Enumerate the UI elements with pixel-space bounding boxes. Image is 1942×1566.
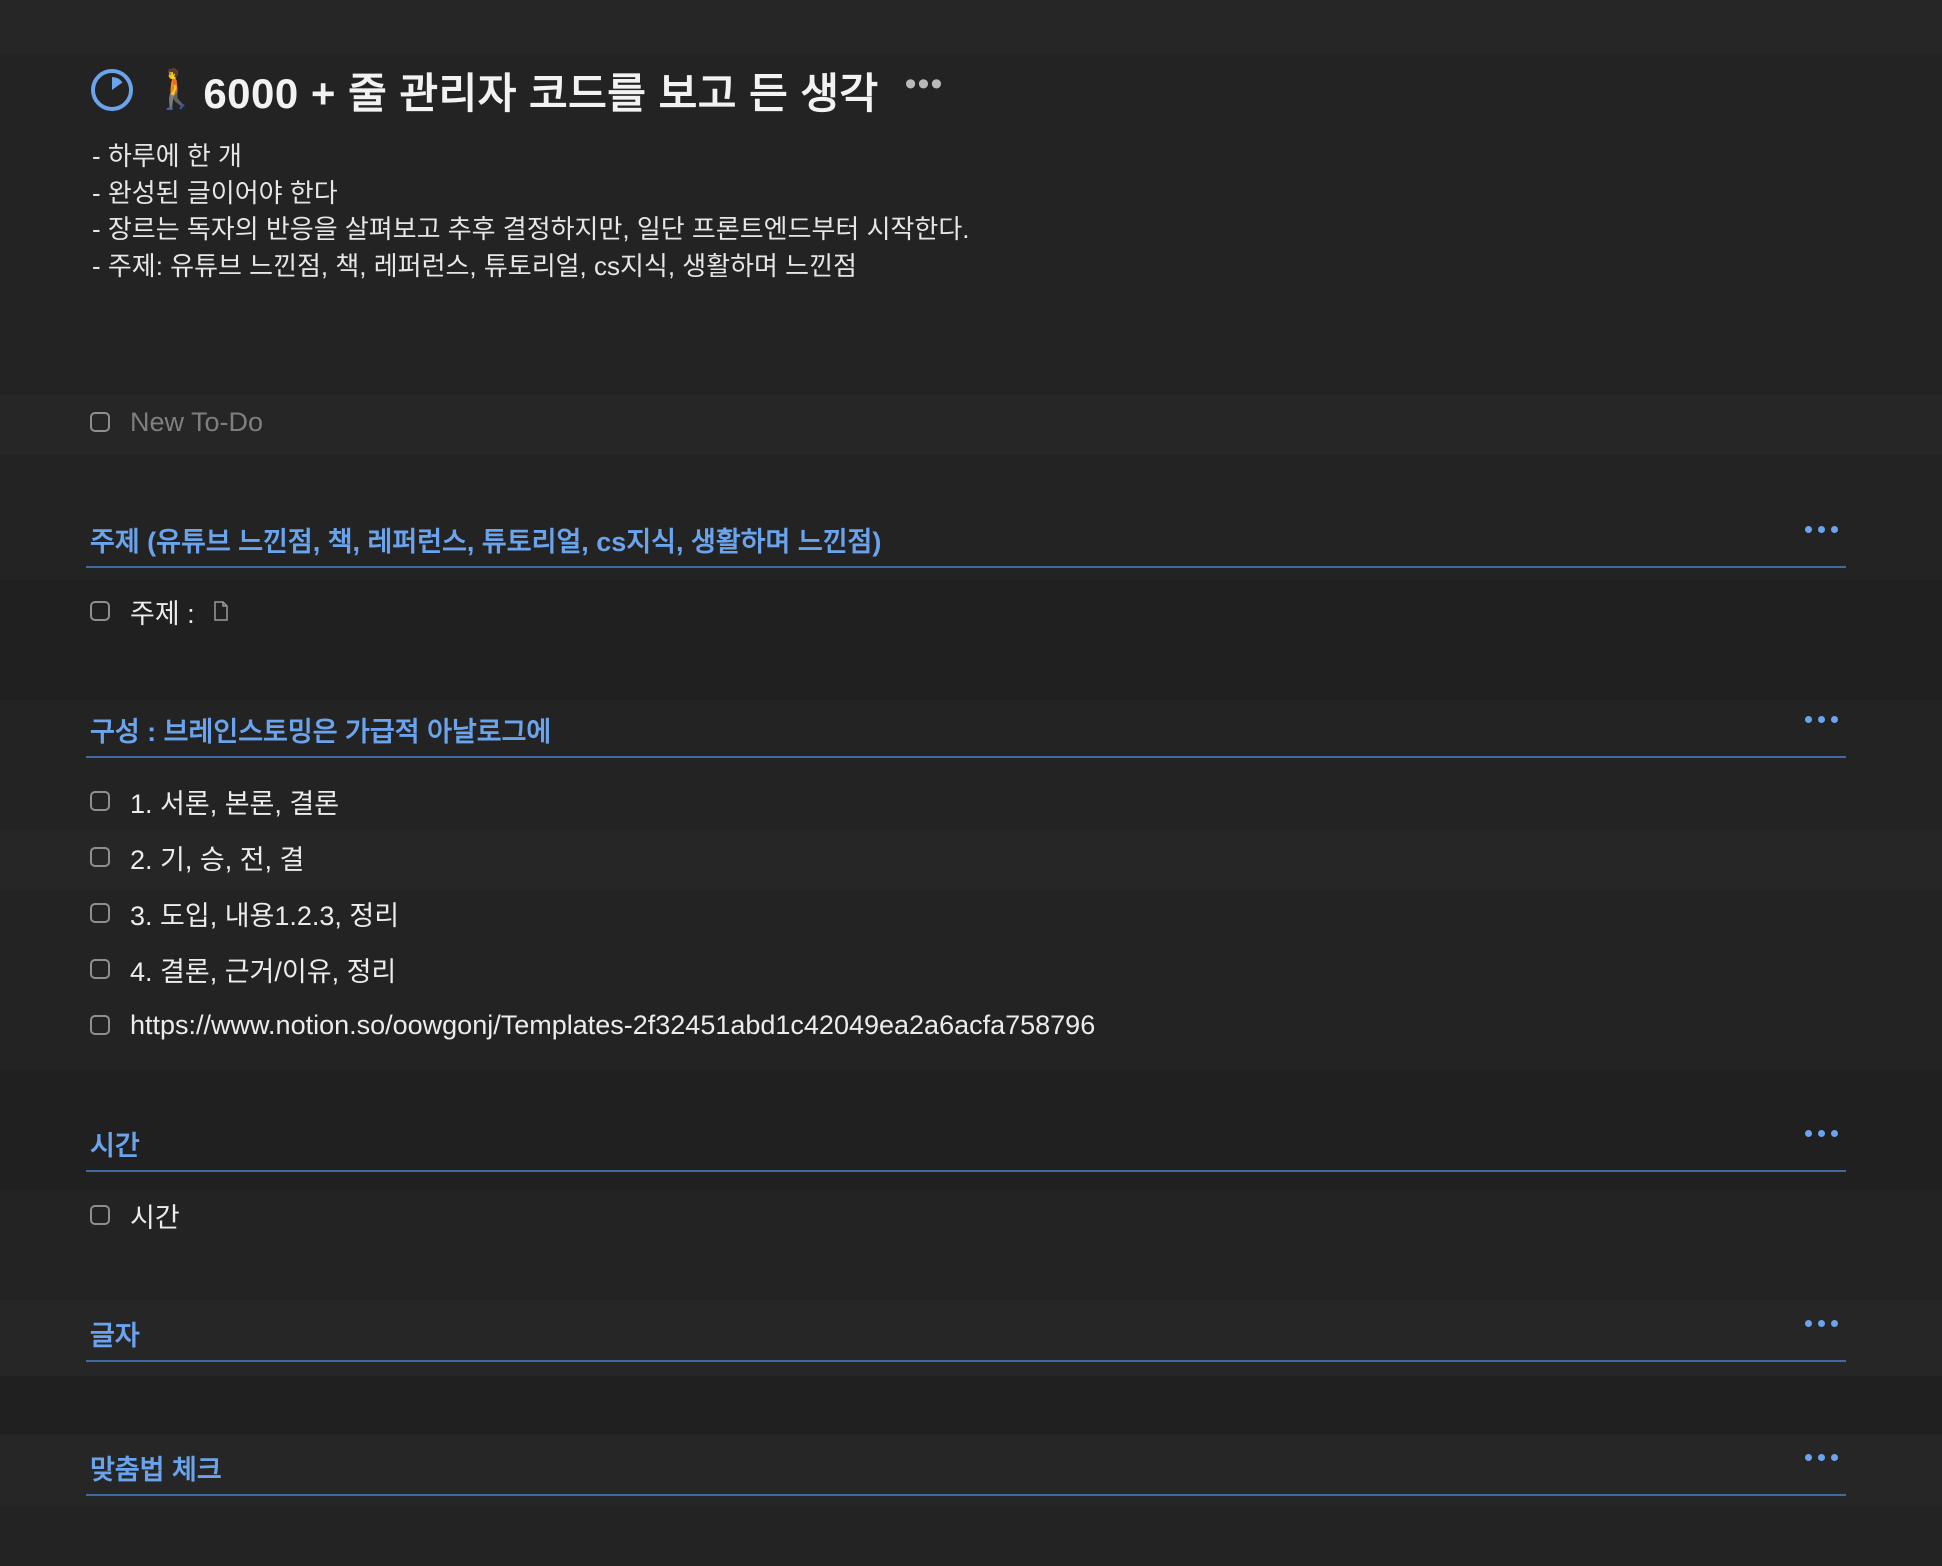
page: 🚶 6000 + 줄 관리자 코드를 보고 든 생각 ••• - 하루에 한 개… <box>0 0 1942 1566</box>
checkbox[interactable] <box>90 903 110 923</box>
todo-item[interactable]: https://www.notion.so/oowgonj/Templates-… <box>90 1005 1095 1045</box>
todo-label: 3. 도입, 내용1.2.3, 정리 <box>130 900 400 931</box>
section-heading-label: 시간 <box>90 1131 140 1161</box>
background-band <box>0 580 1942 700</box>
page-notes[interactable]: - 하루에 한 개 - 완성된 글이어야 한다 - 장르는 독자의 반응을 살펴… <box>92 138 969 284</box>
section-heading-time[interactable]: 시간 <box>86 1116 1846 1172</box>
todo-item[interactable]: 1. 서론, 본론, 결론 <box>90 781 339 821</box>
todo-label: 주제 : <box>130 598 195 629</box>
section-heading-characters[interactable]: 글자 <box>86 1306 1846 1362</box>
more-options-icon[interactable] <box>1805 1130 1838 1137</box>
section-heading-label: 주제 (유튜브 느낀점, 책, 레퍼런스, 튜토리얼, cs지식, 생활하며 느… <box>90 527 882 557</box>
checkbox[interactable] <box>90 1205 110 1225</box>
todo-item[interactable]: 주제 : <box>90 591 229 631</box>
section-heading-label: 구성 : 브레인스토밍은 가급적 아날로그에 <box>90 717 552 747</box>
checkbox[interactable] <box>90 1015 110 1035</box>
more-options-icon[interactable] <box>1805 716 1838 723</box>
todo-item[interactable]: 4. 결론, 근거/이유, 정리 <box>90 949 396 989</box>
more-options-icon[interactable]: ••• <box>905 67 944 101</box>
document-icon[interactable] <box>213 601 229 621</box>
section-heading-topic[interactable]: 주제 (유튜브 느낀점, 책, 레퍼런스, 튜토리얼, cs지식, 생활하며 느… <box>86 512 1846 568</box>
note-line: - 하루에 한 개 <box>92 141 242 171</box>
checkbox[interactable] <box>90 601 110 621</box>
todo-label: 2. 기, 승, 전, 결 <box>130 844 305 875</box>
todo-item[interactable]: 시간 <box>90 1195 180 1235</box>
todo-label: 4. 결론, 근거/이유, 정리 <box>130 956 397 987</box>
checkbox[interactable] <box>90 847 110 867</box>
todo-link[interactable]: https://www.notion.so/oowgonj/Templates-… <box>130 1010 1095 1041</box>
todo-item[interactable]: 2. 기, 승, 전, 결 <box>90 837 304 877</box>
more-options-icon[interactable] <box>1805 1454 1838 1461</box>
new-todo-row[interactable]: New To-Do <box>90 402 263 442</box>
checkbox[interactable] <box>90 959 110 979</box>
section-heading-structure[interactable]: 구성 : 브레인스토밍은 가급적 아날로그에 <box>86 702 1846 758</box>
background-band <box>0 0 1942 54</box>
checkbox[interactable] <box>90 791 110 811</box>
more-options-icon[interactable] <box>1805 526 1838 533</box>
note-line: - 주제: 유튜브 느낀점, 책, 레퍼런스, 튜토리얼, cs지식, 생활하며… <box>92 250 857 281</box>
checkbox[interactable] <box>90 412 110 432</box>
page-title[interactable]: 6000 + 줄 관리자 코드를 보고 든 생각 <box>203 60 878 121</box>
todo-label: 1. 서론, 본론, 결론 <box>130 788 340 819</box>
page-title-row: 🚶 6000 + 줄 관리자 코드를 보고 든 생각 ••• <box>90 62 943 118</box>
section-heading-label: 맞춤법 체크 <box>90 1455 222 1485</box>
background-band <box>0 1376 1942 1434</box>
todo-item[interactable]: 3. 도입, 내용1.2.3, 정리 <box>90 893 399 933</box>
progress-pie-icon[interactable] <box>90 68 134 112</box>
section-heading-spell-check[interactable]: 맞춤법 체크 <box>86 1440 1846 1496</box>
new-todo-placeholder[interactable]: New To-Do <box>130 407 263 438</box>
note-line: - 장르는 독자의 반응을 살펴보고 추후 결정하지만, 일단 프론트엔드부터 … <box>92 214 970 244</box>
note-line: - 완성된 글이어야 한다 <box>92 177 338 208</box>
background-band <box>0 395 1942 455</box>
section-heading-label: 글자 <box>90 1321 140 1351</box>
todo-label: 시간 <box>130 1202 180 1233</box>
walking-person-emoji-icon: 🚶 <box>152 69 200 111</box>
more-options-icon[interactable] <box>1805 1320 1838 1327</box>
